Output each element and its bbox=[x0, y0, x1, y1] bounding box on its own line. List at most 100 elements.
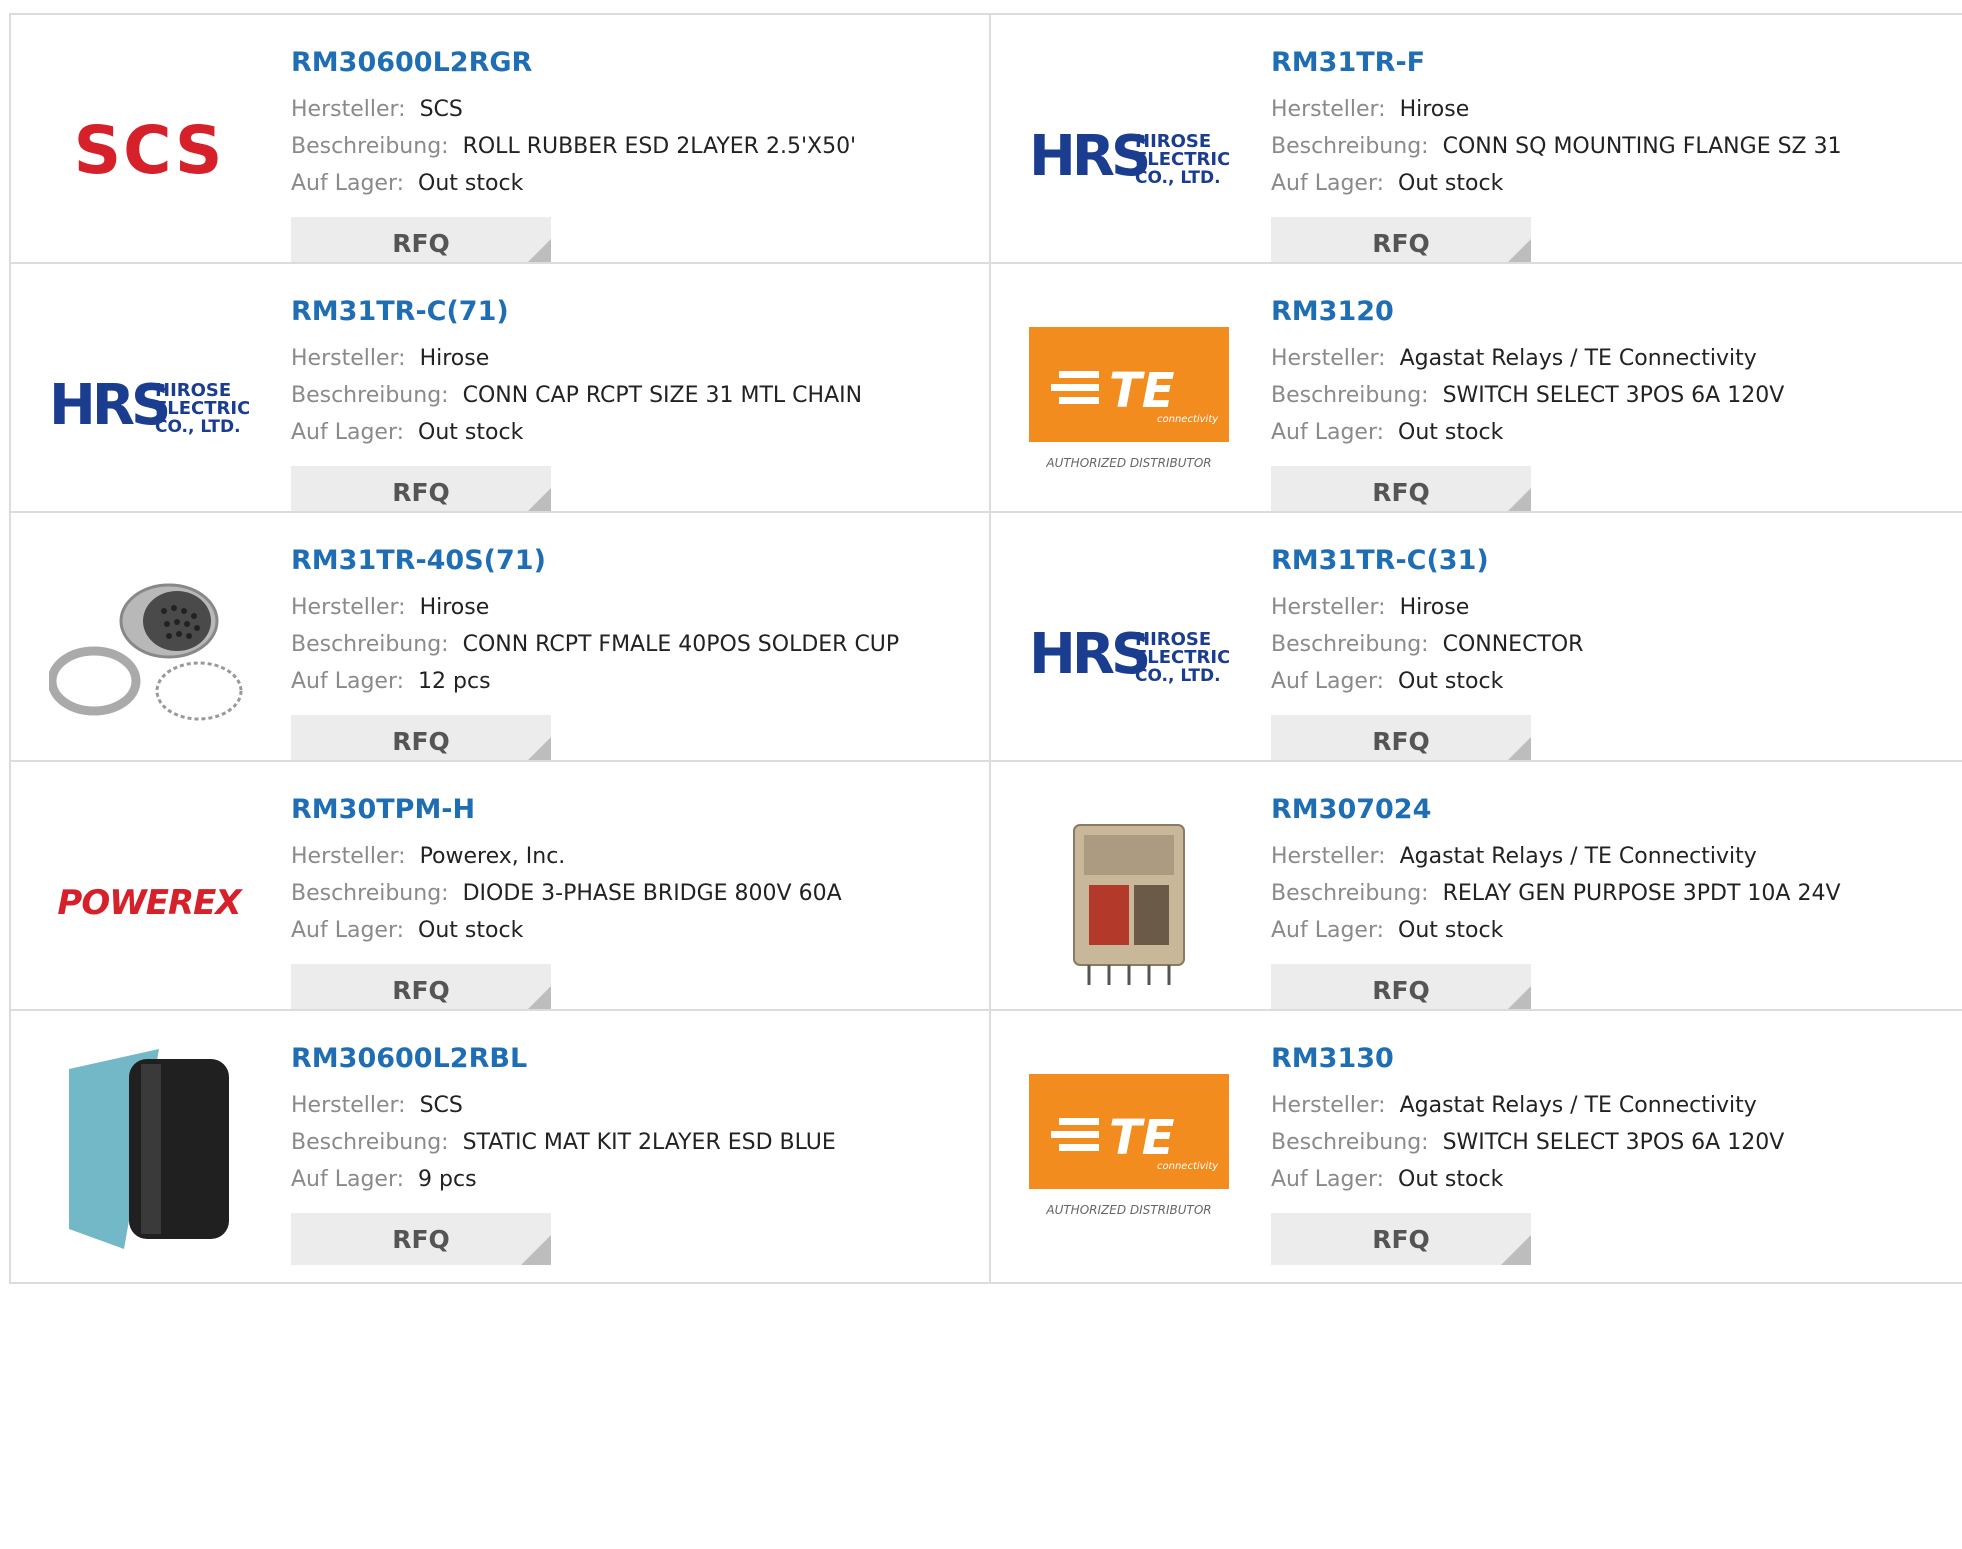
stock-row: Auf Lager: Out stock bbox=[1271, 663, 1583, 700]
description-value: DIODE 3-PHASE BRIDGE 800V 60A bbox=[462, 881, 842, 906]
part-number-link[interactable]: RM31TR-40S(71) bbox=[291, 543, 899, 579]
product-info: RM31TR-C(71) Hersteller: Hirose Beschreibun… bbox=[291, 294, 862, 451]
scs-logo: SCS bbox=[74, 112, 223, 189]
manufacturer-value: Hirose bbox=[1399, 595, 1470, 620]
product-image[interactable] bbox=[49, 581, 249, 721]
manufacturer-row: Hersteller: Hirose bbox=[1271, 589, 1583, 626]
product-info: RM3130 Hersteller: Agastat Relays / TE Con… bbox=[1271, 1041, 1784, 1198]
part-number-link[interactable]: RM31TR-C(71) bbox=[291, 294, 862, 330]
manufacturer-row: Hersteller: Agastat Relays / TE Connectiv… bbox=[1271, 1087, 1784, 1124]
stock-row: Auf Lager: Out stock bbox=[1271, 414, 1784, 451]
product-row: RM30600L2RBL Hersteller: SCS Beschreibung: S… bbox=[9, 1009, 1962, 1284]
part-number-link[interactable]: RM31TR-C(31) bbox=[1271, 543, 1583, 579]
svg-text:ELECTRIC: ELECTRIC bbox=[1135, 647, 1229, 668]
description-row: Beschreibung: CONNECTOR bbox=[1271, 626, 1583, 663]
stock-value: Out stock bbox=[1398, 669, 1504, 694]
part-number-link[interactable]: RM307024 bbox=[1271, 792, 1841, 828]
manufacturer-label: Hersteller: bbox=[1271, 844, 1386, 869]
description-value: CONN RCPT FMALE 40POS SOLDER CUP bbox=[462, 632, 900, 657]
stock-value: Out stock bbox=[418, 171, 524, 196]
rfq-button[interactable]: RFQ bbox=[1271, 1213, 1531, 1265]
manufacturer-value: SCS bbox=[419, 1093, 463, 1118]
description-value: SWITCH SELECT 3POS 6A 120V bbox=[1442, 1130, 1785, 1155]
manufacturer-value: Hirose bbox=[1399, 97, 1470, 122]
part-number-link[interactable]: RM3120 bbox=[1271, 294, 1784, 330]
product-card: SCS RM30600L2RGR Hersteller: SCS Beschreibu… bbox=[11, 15, 989, 286]
stock-value: 12 pcs bbox=[418, 669, 491, 694]
product-image[interactable]: HRS HIROSE ELECTRIC CO., LTD. bbox=[1029, 581, 1229, 721]
product-info: RM3120 Hersteller: Agastat Relays / TE Con… bbox=[1271, 294, 1784, 451]
manufacturer-label: Hersteller: bbox=[1271, 346, 1386, 371]
rfq-button-label: RFQ bbox=[392, 1224, 450, 1254]
product-info: RM31TR-C(31) Hersteller: Hirose Beschreibun… bbox=[1271, 543, 1583, 700]
description-label: Beschreibung: bbox=[1271, 632, 1429, 657]
rfq-button[interactable]: RFQ bbox=[291, 1213, 551, 1265]
description-label: Beschreibung: bbox=[291, 134, 449, 159]
manufacturer-row: Hersteller: SCS bbox=[291, 91, 856, 128]
part-number-link[interactable]: RM30600L2RGR bbox=[291, 45, 856, 81]
manufacturer-value: Hirose bbox=[419, 595, 490, 620]
product-card: RM307024 Hersteller: Agastat Relays / TE C… bbox=[989, 762, 1962, 1033]
hirose-logo: HRS HIROSE ELECTRIC CO., LTD. bbox=[49, 373, 249, 438]
manufacturer-row: Hersteller: Powerex, Inc. bbox=[291, 838, 842, 875]
stock-label: Auf Lager: bbox=[291, 171, 405, 196]
stock-row: Auf Lager: Out stock bbox=[291, 414, 862, 451]
product-row: SCS RM30600L2RGR Hersteller: SCS Beschreibu… bbox=[9, 13, 1962, 288]
product-image[interactable]: HRS HIROSE ELECTRIC CO., LTD. bbox=[1029, 83, 1229, 223]
svg-text:CO., LTD.: CO., LTD. bbox=[1135, 168, 1221, 188]
rfq-button-label: RFQ bbox=[1372, 228, 1430, 258]
stock-label: Auf Lager: bbox=[1271, 171, 1385, 196]
manufacturer-value: Agastat Relays / TE Connectivity bbox=[1399, 346, 1757, 371]
product-info: RM31TR-40S(71) Hersteller: Hirose Beschreib… bbox=[291, 543, 899, 700]
part-number-link[interactable]: RM31TR-F bbox=[1271, 45, 1842, 81]
stock-row: Auf Lager: 9 pcs bbox=[291, 1161, 836, 1198]
product-card: RM31TR-40S(71) Hersteller: Hirose Beschreib… bbox=[11, 513, 989, 784]
manufacturer-row: Hersteller: Hirose bbox=[1271, 91, 1842, 128]
stock-value: Out stock bbox=[418, 918, 524, 943]
product-image[interactable]: POWEREX bbox=[49, 830, 249, 970]
product-image[interactable]: TE connectivity AUTHORIZED DISTRIBUTOR bbox=[1029, 1074, 1229, 1219]
svg-text:ELECTRIC: ELECTRIC bbox=[155, 398, 249, 419]
product-image[interactable]: TE connectivity AUTHORIZED DISTRIBUTOR bbox=[1029, 327, 1229, 472]
description-row: Beschreibung: SWITCH SELECT 3POS 6A 120V bbox=[1271, 377, 1784, 414]
product-image[interactable] bbox=[49, 1049, 249, 1249]
manufacturer-row: Hersteller: Hirose bbox=[291, 340, 862, 377]
description-value: ROLL RUBBER ESD 2LAYER 2.5'X50' bbox=[462, 134, 857, 159]
svg-text:HRS: HRS bbox=[1029, 124, 1148, 189]
manufacturer-value: Hirose bbox=[419, 346, 490, 371]
svg-text:AUTHORIZED DISTRIBUTOR: AUTHORIZED DISTRIBUTOR bbox=[1045, 456, 1211, 470]
part-number-link[interactable]: RM30TPM-H bbox=[291, 792, 842, 828]
svg-text:CO., LTD.: CO., LTD. bbox=[155, 417, 241, 437]
description-value: CONN SQ MOUNTING FLANGE SZ 31 bbox=[1442, 134, 1842, 159]
product-info: RM30TPM-H Hersteller: Powerex, Inc. Beschre… bbox=[291, 792, 842, 949]
rfq-button-label: RFQ bbox=[1372, 726, 1430, 756]
description-value: CONNECTOR bbox=[1442, 632, 1584, 657]
manufacturer-label: Hersteller: bbox=[291, 97, 406, 122]
stock-value: Out stock bbox=[1398, 918, 1504, 943]
product-card: RM30600L2RBL Hersteller: SCS Beschreibung: S… bbox=[11, 1011, 989, 1282]
product-row: HRS HIROSE ELECTRIC CO., LTD. RM31TR-C(7… bbox=[9, 262, 1962, 537]
manufacturer-label: Hersteller: bbox=[1271, 595, 1386, 620]
description-row: Beschreibung: ROLL RUBBER ESD 2LAYER 2.5'… bbox=[291, 128, 856, 165]
stock-value: Out stock bbox=[1398, 420, 1504, 445]
rfq-button-label: RFQ bbox=[1372, 1224, 1430, 1254]
rfq-button-label: RFQ bbox=[392, 726, 450, 756]
product-image[interactable]: SCS bbox=[49, 83, 249, 223]
part-number-link[interactable]: RM30600L2RBL bbox=[291, 1041, 836, 1077]
rfq-button-label: RFQ bbox=[1372, 477, 1430, 507]
product-image[interactable] bbox=[1029, 824, 1229, 985]
svg-text:AUTHORIZED DISTRIBUTOR: AUTHORIZED DISTRIBUTOR bbox=[1045, 1203, 1211, 1217]
manufacturer-row: Hersteller: Agastat Relays / TE Connectiv… bbox=[1271, 838, 1841, 875]
stock-label: Auf Lager: bbox=[1271, 669, 1385, 694]
product-info: RM31TR-F Hersteller: Hirose Beschreibung: CO… bbox=[1271, 45, 1842, 202]
stock-row: Auf Lager: Out stock bbox=[291, 165, 856, 202]
product-card: HRS HIROSE ELECTRIC CO., LTD. RM31TR-C(3… bbox=[989, 513, 1962, 784]
manufacturer-label: Hersteller: bbox=[291, 346, 406, 371]
product-card: HRS HIROSE ELECTRIC CO., LTD. RM31TR-F He… bbox=[989, 15, 1962, 286]
part-number-link[interactable]: RM3130 bbox=[1271, 1041, 1784, 1077]
product-info: RM30600L2RBL Hersteller: SCS Beschreibung: S… bbox=[291, 1041, 836, 1198]
svg-text:POWEREX: POWEREX bbox=[57, 883, 243, 923]
manufacturer-label: Hersteller: bbox=[1271, 1093, 1386, 1118]
product-row: POWEREX RM30TPM-H Hersteller: Powerex, Inc… bbox=[9, 760, 1962, 1035]
product-image[interactable]: HRS HIROSE ELECTRIC CO., LTD. bbox=[49, 332, 249, 472]
